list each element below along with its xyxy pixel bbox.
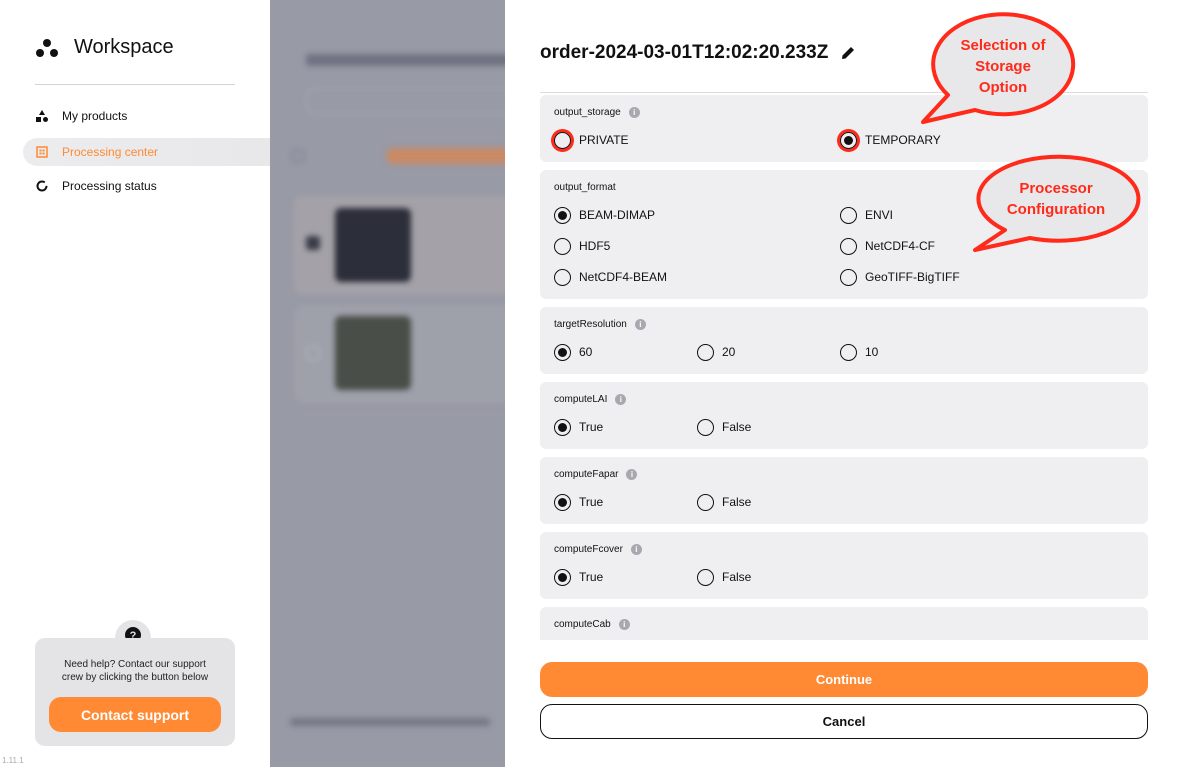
storage-callout-text: Selection of Storage Option [960, 37, 1046, 96]
callout-bubbles [921, 12, 1141, 252]
processor-callout-text: Processor Configuration [1006, 180, 1106, 218]
